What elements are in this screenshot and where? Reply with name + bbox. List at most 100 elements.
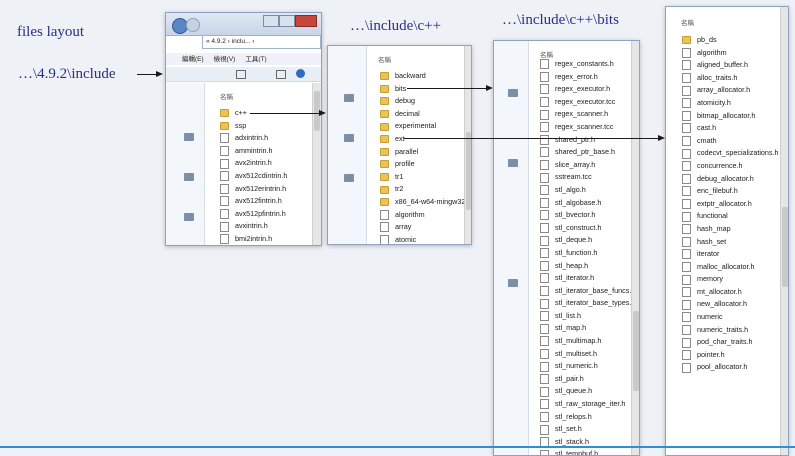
preview-pane-icon[interactable] bbox=[276, 70, 286, 79]
file-item[interactable]: new_allocator.h bbox=[682, 298, 782, 311]
file-item[interactable]: cmath bbox=[682, 135, 782, 148]
file-item[interactable]: pointer.h bbox=[682, 349, 782, 362]
file-item[interactable]: stl_deque.h bbox=[540, 234, 632, 247]
file-item[interactable]: stl_bvector.h bbox=[540, 209, 632, 222]
file-item[interactable]: stl_list.h bbox=[540, 310, 632, 323]
favorites-icon[interactable] bbox=[508, 89, 518, 97]
file-item[interactable]: iterator bbox=[682, 248, 782, 261]
folder-item[interactable]: experimental bbox=[380, 120, 464, 133]
file-item[interactable]: algorithm bbox=[380, 209, 464, 222]
network-icon[interactable] bbox=[344, 174, 354, 182]
file-item[interactable]: avx512fintrin.h bbox=[220, 195, 312, 208]
file-item[interactable]: stl_set.h bbox=[540, 423, 632, 436]
file-item[interactable]: debug_allocator.h bbox=[682, 173, 782, 186]
folder-item[interactable]: profile bbox=[380, 158, 464, 171]
file-item[interactable]: sstream.tcc bbox=[540, 171, 632, 184]
scrollbar-thumb[interactable] bbox=[466, 132, 471, 210]
folder-item[interactable]: ssp bbox=[220, 120, 312, 133]
column-header-name[interactable]: 名稱 bbox=[220, 91, 233, 101]
menu-edit[interactable]: 編輯(E) bbox=[182, 53, 204, 65]
file-item[interactable]: avx512cdintrin.h bbox=[220, 170, 312, 183]
file-item[interactable]: enc_filebuf.h bbox=[682, 185, 782, 198]
file-item[interactable]: stl_iterator.h bbox=[540, 272, 632, 285]
file-item[interactable]: codecvt_specializations.h bbox=[682, 147, 782, 160]
file-item[interactable]: alloc_traits.h bbox=[682, 72, 782, 85]
menu-tools[interactable]: 工具(T) bbox=[245, 53, 266, 65]
address-bar[interactable]: « 4.9.2 › inclu... › bbox=[202, 35, 321, 49]
file-item[interactable]: mt_allocator.h bbox=[682, 286, 782, 299]
file-item[interactable]: regex_executor.h bbox=[540, 83, 632, 96]
folder-item[interactable]: ext bbox=[380, 133, 464, 146]
minimize-button[interactable] bbox=[263, 15, 279, 27]
scrollbar-thumb[interactable] bbox=[782, 207, 788, 287]
file-item[interactable]: regex_error.h bbox=[540, 71, 632, 84]
file-item[interactable]: numeric bbox=[682, 311, 782, 324]
file-item[interactable]: malloc_allocator.h bbox=[682, 261, 782, 274]
folder-item[interactable]: x86_64-w64-mingw32 bbox=[380, 196, 464, 209]
file-item[interactable]: stl_tempbuf.h bbox=[540, 448, 632, 455]
file-item[interactable]: atomic bbox=[380, 234, 464, 244]
file-item[interactable]: stl_queue.h bbox=[540, 385, 632, 398]
file-item[interactable]: hash_set bbox=[682, 236, 782, 249]
column-header-name[interactable]: 名稱 bbox=[681, 17, 694, 27]
file-item[interactable]: pool_allocator.h bbox=[682, 361, 782, 374]
file-item[interactable]: hash_map bbox=[682, 223, 782, 236]
network-icon[interactable] bbox=[184, 213, 194, 221]
file-item[interactable]: stl_iterator_base_types.h bbox=[540, 297, 632, 310]
scrollbar-thumb[interactable] bbox=[633, 311, 639, 391]
close-button[interactable] bbox=[295, 15, 317, 27]
file-item[interactable]: regex_scanner.tcc bbox=[540, 121, 632, 134]
favorites-icon[interactable] bbox=[184, 133, 194, 141]
file-item[interactable]: stl_algo.h bbox=[540, 184, 632, 197]
library-icon[interactable] bbox=[184, 173, 194, 181]
folder-item[interactable]: backward bbox=[380, 70, 464, 83]
file-item[interactable]: memory bbox=[682, 273, 782, 286]
file-item[interactable]: stl_construct.h bbox=[540, 222, 632, 235]
file-item[interactable]: pod_char_traits.h bbox=[682, 336, 782, 349]
file-item[interactable]: cast.h bbox=[682, 122, 782, 135]
file-item[interactable]: stl_iterator_base_funcs.h bbox=[540, 285, 632, 298]
file-item[interactable]: avx2intrin.h bbox=[220, 157, 312, 170]
library-icon[interactable] bbox=[508, 159, 518, 167]
forward-button[interactable] bbox=[186, 18, 200, 32]
file-item[interactable]: extptr_allocator.h bbox=[682, 198, 782, 211]
file-item[interactable]: stl_numeric.h bbox=[540, 360, 632, 373]
file-item[interactable]: stl_function.h bbox=[540, 247, 632, 260]
file-item[interactable]: stl_heap.h bbox=[540, 260, 632, 273]
view-icon[interactable] bbox=[236, 70, 246, 79]
file-item[interactable]: array bbox=[380, 221, 464, 234]
file-item[interactable]: avxintrin.h bbox=[220, 220, 312, 233]
file-item[interactable]: slice_array.h bbox=[540, 159, 632, 172]
file-item[interactable]: aligned_buffer.h bbox=[682, 59, 782, 72]
help-icon[interactable] bbox=[296, 69, 305, 78]
file-item[interactable]: functional bbox=[682, 210, 782, 223]
file-item[interactable]: stl_raw_storage_iter.h bbox=[540, 398, 632, 411]
file-item[interactable]: stl_map.h bbox=[540, 322, 632, 335]
folder-item[interactable]: debug bbox=[380, 95, 464, 108]
file-item[interactable]: stl_multimap.h bbox=[540, 335, 632, 348]
library-icon[interactable] bbox=[344, 134, 354, 142]
file-item[interactable]: stl_algobase.h bbox=[540, 197, 632, 210]
folder-item[interactable]: tr2 bbox=[380, 183, 464, 196]
file-item[interactable]: ammintrin.h bbox=[220, 145, 312, 158]
file-item[interactable]: numeric_traits.h bbox=[682, 324, 782, 337]
file-item[interactable]: regex_constants.h bbox=[540, 58, 632, 71]
file-item[interactable]: regex_executor.tcc bbox=[540, 96, 632, 109]
folder-item[interactable]: parallel bbox=[380, 146, 464, 159]
column-header-name[interactable]: 名稱 bbox=[378, 54, 391, 64]
file-item[interactable]: shared_ptr_base.h bbox=[540, 146, 632, 159]
folder-item[interactable]: tr1 bbox=[380, 171, 464, 184]
file-item[interactable]: stl_relops.h bbox=[540, 411, 632, 424]
file-item[interactable]: adxintrin.h bbox=[220, 132, 312, 145]
scrollbar[interactable] bbox=[464, 46, 471, 244]
favorites-icon[interactable] bbox=[344, 94, 354, 102]
file-item[interactable]: stl_multiset.h bbox=[540, 348, 632, 361]
menu-view[interactable]: 檢視(V) bbox=[214, 53, 236, 65]
file-item[interactable]: concurrence.h bbox=[682, 160, 782, 173]
scrollbar[interactable] bbox=[631, 41, 639, 455]
file-item[interactable]: array_allocator.h bbox=[682, 84, 782, 97]
file-item[interactable]: avx512pfintrin.h bbox=[220, 208, 312, 221]
file-item[interactable]: bitmap_allocator.h bbox=[682, 110, 782, 123]
file-item[interactable]: bmi2intrin.h bbox=[220, 233, 312, 245]
file-item[interactable]: stl_pair.h bbox=[540, 373, 632, 386]
